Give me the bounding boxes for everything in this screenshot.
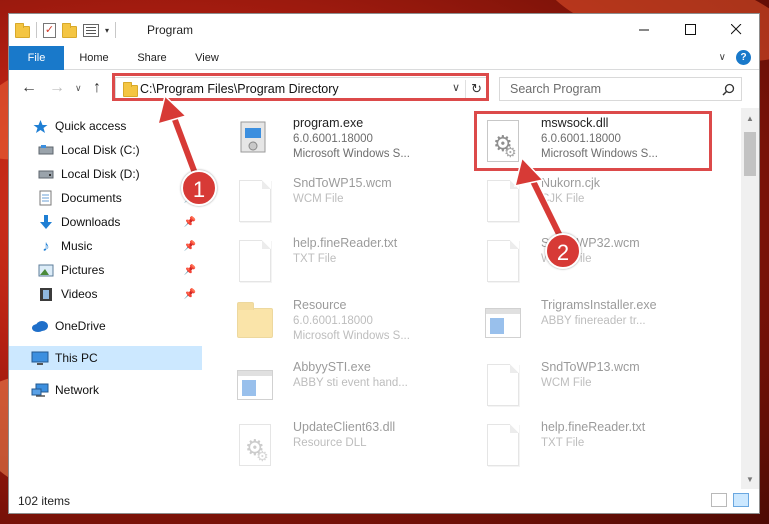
callout-step-2: 2	[545, 233, 581, 269]
arrow-to-address-bar	[156, 94, 201, 178]
callout-step-1: 1	[181, 170, 217, 206]
annotation-arrows	[156, 94, 565, 238]
arrow-to-mswsock	[513, 156, 565, 238]
